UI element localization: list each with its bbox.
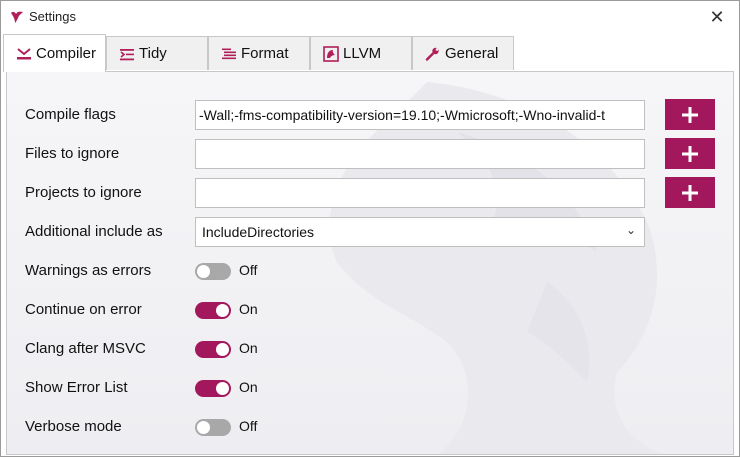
- chevron-down-icon: ⌄: [625, 223, 636, 237]
- compiler-settings-panel: Compile flags -Wall;-fms-compatibility-v…: [6, 71, 734, 455]
- title-bar: Settings ✕: [1, 1, 739, 33]
- files-to-ignore-add-button[interactable]: [665, 138, 715, 169]
- tab-label: Compiler: [36, 45, 97, 62]
- toggle-knob: [216, 343, 229, 356]
- continue-on-error-label: Continue on error: [25, 301, 142, 318]
- settings-window: Settings ✕ Compiler Tidy Format LLVM Gen…: [0, 0, 740, 457]
- additional-include-row: Additional include as IncludeDirectories…: [7, 217, 733, 247]
- compile-flags-add-button[interactable]: [665, 99, 715, 130]
- plus-icon: [682, 145, 698, 162]
- show-error-list-label: Show Error List: [25, 379, 128, 396]
- tidy-icon: [120, 48, 134, 60]
- verbose-mode-row: Verbose mode Off: [7, 412, 733, 442]
- files-to-ignore-label: Files to ignore: [25, 145, 120, 162]
- toggle-knob: [216, 304, 229, 317]
- toggle-knob: [216, 382, 229, 395]
- projects-to-ignore-add-button[interactable]: [665, 177, 715, 208]
- tab-label: LLVM: [343, 45, 382, 62]
- compile-flags-row: Compile flags -Wall;-fms-compatibility-v…: [7, 99, 733, 130]
- tab-label: Tidy: [139, 45, 167, 62]
- warnings-as-errors-toggle[interactable]: [195, 263, 231, 280]
- files-to-ignore-input[interactable]: [195, 139, 645, 169]
- show-error-list-row: Show Error List On: [7, 373, 733, 403]
- tab-label: Format: [241, 45, 289, 62]
- verbose-mode-toggle[interactable]: [195, 419, 231, 436]
- tab-compiler[interactable]: Compiler: [3, 34, 106, 72]
- additional-include-value: IncludeDirectories: [202, 224, 315, 240]
- tab-label: General: [445, 45, 499, 62]
- clang-after-msvc-row: Clang after MSVC On: [7, 334, 733, 364]
- llvm-icon: [323, 45, 339, 62]
- compile-flags-label: Compile flags: [25, 106, 116, 123]
- plus-icon: [682, 106, 698, 123]
- tab-tidy[interactable]: Tidy: [106, 36, 208, 70]
- continue-on-error-toggle[interactable]: [195, 302, 231, 319]
- additional-include-select[interactable]: IncludeDirectories ⌄: [195, 217, 645, 247]
- clang-after-msvc-label: Clang after MSVC: [25, 340, 146, 357]
- projects-to-ignore-input[interactable]: [195, 178, 645, 208]
- warnings-as-errors-state: Off: [239, 262, 258, 278]
- format-icon: [222, 48, 236, 59]
- clang-after-msvc-state: On: [239, 340, 258, 356]
- tab-format[interactable]: Format: [208, 36, 310, 70]
- warnings-as-errors-row: Warnings as errors Off: [7, 256, 733, 286]
- compile-flags-input[interactable]: -Wall;-fms-compatibility-version=19.10;-…: [195, 100, 645, 130]
- warnings-as-errors-label: Warnings as errors: [25, 262, 152, 279]
- verbose-mode-state: Off: [239, 418, 258, 434]
- additional-include-label: Additional include as: [25, 223, 163, 240]
- verbose-mode-label: Verbose mode: [25, 418, 122, 435]
- wrench-icon: [425, 47, 439, 61]
- tab-general[interactable]: General: [412, 36, 514, 70]
- toggle-knob: [197, 265, 210, 278]
- projects-to-ignore-row: Projects to ignore: [7, 177, 733, 208]
- show-error-list-toggle[interactable]: [195, 380, 231, 397]
- tab-llvm[interactable]: LLVM: [310, 36, 412, 70]
- window-title: Settings: [29, 9, 76, 24]
- continue-on-error-state: On: [239, 301, 258, 317]
- toggle-knob: [197, 421, 210, 434]
- plus-icon: [682, 184, 698, 201]
- continue-on-error-row: Continue on error On: [7, 295, 733, 325]
- tab-strip: Compiler Tidy Format LLVM General: [1, 34, 739, 72]
- close-icon[interactable]: ✕: [697, 1, 737, 33]
- compiler-icon: [17, 47, 31, 59]
- clang-power-tools-icon: [11, 11, 23, 23]
- clang-after-msvc-toggle[interactable]: [195, 341, 231, 358]
- show-error-list-state: On: [239, 379, 258, 395]
- projects-to-ignore-label: Projects to ignore: [25, 184, 142, 201]
- files-to-ignore-row: Files to ignore: [7, 138, 733, 169]
